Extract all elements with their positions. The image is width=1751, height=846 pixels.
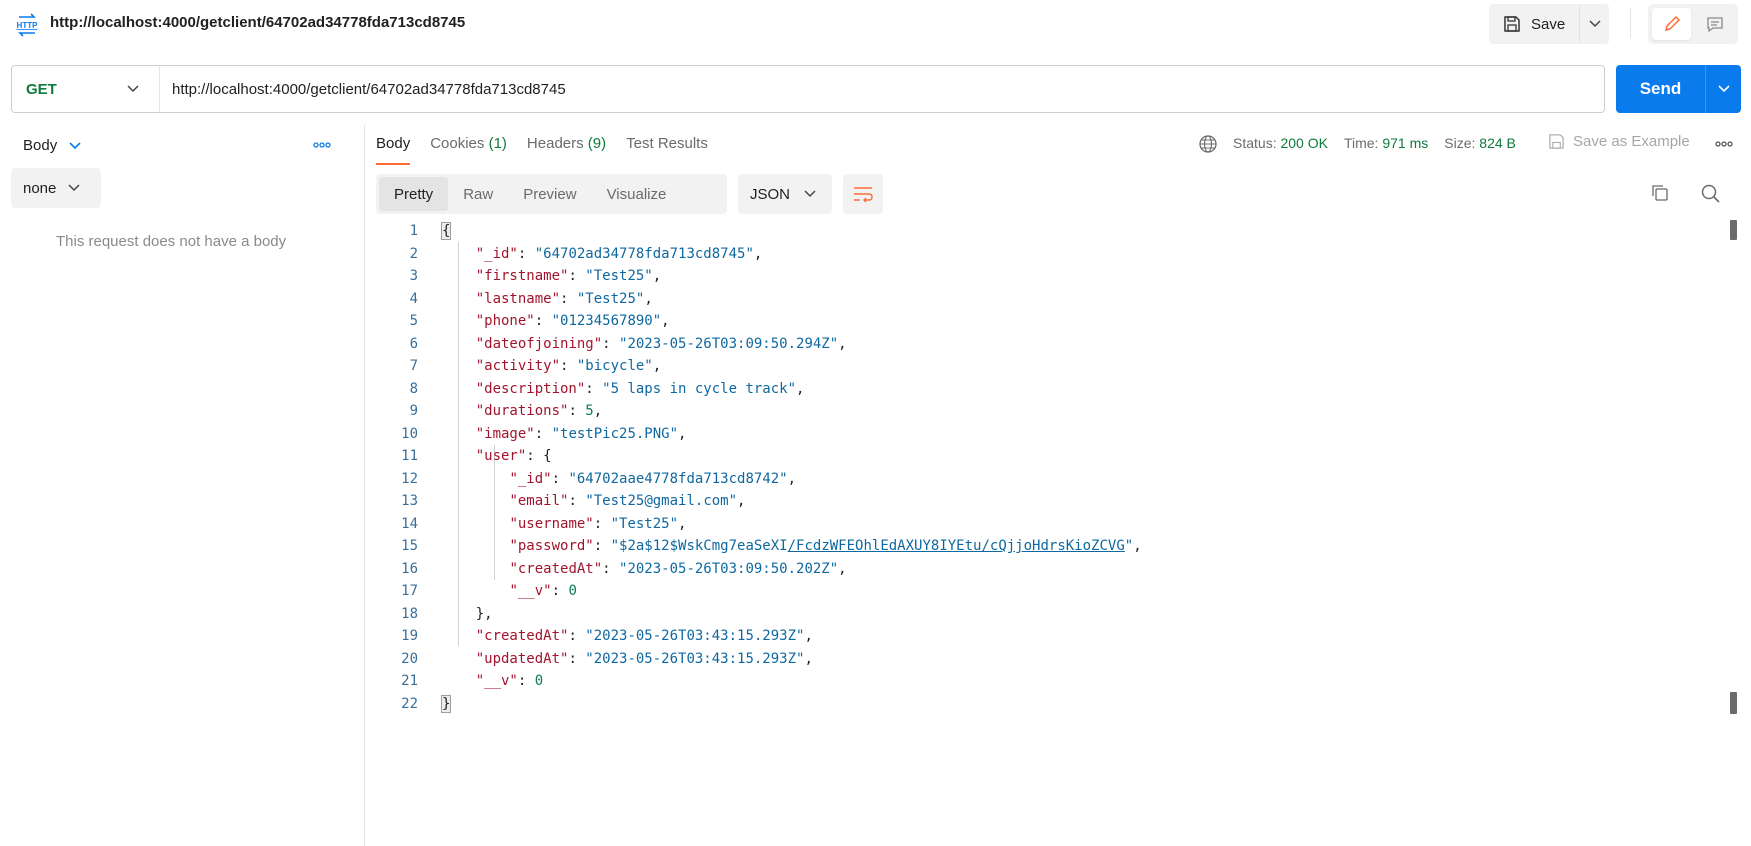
code-line: 16 "createdAt": "2023-05-26T03:09:50.202… [401, 560, 847, 577]
view-raw[interactable]: Raw [448, 177, 508, 211]
send-button[interactable]: Send [1616, 65, 1705, 113]
toolbar-divider [1630, 8, 1631, 38]
code-line: 19 "createdAt": "2023-05-26T03:43:15.293… [401, 628, 813, 644]
size-value: 824 B [1479, 135, 1516, 151]
comments-mode-button[interactable] [1695, 8, 1734, 40]
cookies-count: (1) [488, 135, 507, 152]
scrollbar-thumb[interactable] [1730, 220, 1737, 240]
more-options-icon[interactable] [1714, 134, 1734, 154]
brace-open: { [440, 222, 452, 240]
code-line: 12 "_id": "64702aae4778fda713cd8742", [401, 470, 797, 487]
wrap-lines-icon [854, 187, 873, 203]
save-button-group: Save [1489, 4, 1609, 44]
wrap-lines-button[interactable] [843, 174, 883, 214]
code-line: 2 "_id": "64702ad34778fda713cd8745", [409, 245, 763, 262]
code-line: 6 "dateofjoining": "2023-05-26T03:09:50.… [409, 335, 847, 352]
send-options-dropdown[interactable] [1705, 65, 1741, 113]
http-request-icon: HTTP [14, 12, 40, 38]
code-line: 18 }, [401, 605, 493, 622]
pencil-icon [1664, 15, 1680, 32]
code-line: 15 "password": "$2a$12$WskCmg7eaSeXI/Fcd… [401, 538, 1142, 554]
response-tabs: Body Cookies (1) Headers (9) Test Result… [376, 125, 708, 165]
chevron-down-icon [68, 184, 80, 192]
copy-icon[interactable] [1650, 183, 1670, 203]
url-input[interactable]: http://localhost:4000/getclient/64702ad3… [160, 81, 1604, 98]
floppy-disk-icon [1549, 134, 1564, 149]
comment-icon [1706, 17, 1723, 33]
request-title[interactable]: http://localhost:4000/getclient/64702ad3… [50, 14, 465, 31]
request-body-label: Body [23, 137, 58, 154]
code-line: 21 "__v": 0 [401, 673, 544, 689]
top-bar: HTTP http://localhost:4000/getclient/647… [0, 0, 1751, 50]
password-link[interactable]: /FcdzWFEOhlEdAXUY8IYEtu/cQjjoHdrsKioZCVG [788, 538, 1125, 554]
tab-cookies[interactable]: Cookies (1) [430, 125, 507, 165]
tab-headers[interactable]: Headers (9) [527, 125, 606, 165]
more-options-icon[interactable] [312, 135, 332, 155]
code-line: 17 "__v": 0 [401, 583, 577, 599]
request-body-dropdown[interactable]: Body [23, 137, 81, 154]
save-as-example-label: Save as Example [1573, 133, 1690, 150]
code-line: 8 "description": "5 laps in cycle track"… [409, 380, 805, 397]
view-pretty[interactable]: Pretty [379, 177, 449, 211]
code-line: 9 "durations": 5, [409, 403, 603, 419]
chevron-down-icon [127, 85, 139, 93]
format-label: JSON [750, 185, 791, 203]
empty-body-message: This request does not have a body [56, 233, 287, 250]
send-button-group: Send [1616, 65, 1741, 113]
svg-text:HTTP: HTTP [17, 21, 39, 30]
editor-mode-toggle [1648, 4, 1738, 44]
floppy-disk-icon [1504, 16, 1520, 32]
code-line: 7 "activity": "bicycle", [409, 358, 662, 374]
status-info[interactable]: Status: 200 OK [1233, 135, 1328, 151]
headers-count: (9) [587, 135, 607, 152]
search-icon[interactable] [1700, 183, 1721, 204]
view-preview[interactable]: Preview [508, 177, 591, 211]
code-line: 13 "email": "Test25@gmail.com", [401, 493, 746, 509]
edit-mode-button[interactable] [1652, 8, 1691, 40]
chevron-down-icon [1588, 20, 1601, 28]
code-line: 3 "firstname": "Test25", [409, 268, 662, 284]
code-line: 10 "image": "testPic25.PNG", [401, 425, 687, 442]
save-button[interactable]: Save [1489, 4, 1579, 44]
view-mode-tabs: Pretty Raw Preview Visualize [376, 174, 727, 214]
brace-close: } [440, 694, 452, 713]
view-visualize[interactable]: Visualize [592, 177, 682, 211]
url-bar: GET http://localhost:4000/getclient/6470… [11, 65, 1605, 113]
method-label: GET [26, 80, 57, 98]
response-body-viewer[interactable]: 1{ 2 "_id": "64702ad34778fda713cd8745", … [376, 220, 1722, 715]
body-type-select[interactable]: none [11, 168, 101, 208]
status-value: 200 OK [1280, 135, 1328, 151]
code-line: 4 "lastname": "Test25", [409, 290, 653, 307]
chevron-down-icon [69, 141, 81, 149]
time-value: 971 ms [1382, 135, 1429, 151]
code-line: 1{ [409, 222, 452, 240]
save-as-example-button[interactable]: Save as Example [1548, 133, 1690, 150]
code-line: 11 "user": { [401, 448, 552, 464]
code-line: 20 "updatedAt": "2023-05-26T03:43:15.293… [401, 650, 813, 667]
globe-icon[interactable] [1198, 134, 1218, 154]
method-select[interactable]: GET [12, 66, 160, 112]
tab-body[interactable]: Body [376, 125, 411, 165]
size-info[interactable]: Size: 824 B [1444, 135, 1516, 151]
code-line: 22} [401, 694, 452, 713]
chevron-down-icon [804, 190, 816, 198]
body-type-label: none [23, 179, 57, 197]
save-options-dropdown[interactable] [1579, 4, 1609, 44]
scrollbar-marker [1730, 692, 1737, 714]
request-body-pane: Body none This request does not have a b… [0, 125, 365, 846]
response-meta: Status: 200 OK Time: 971 ms Size: 824 B [1233, 135, 1516, 151]
tab-test-results[interactable]: Test Results [626, 125, 708, 165]
format-select[interactable]: JSON [738, 174, 832, 214]
code-line: 5 "phone": "01234567890", [409, 313, 670, 329]
code-line: 14 "username": "Test25", [401, 515, 687, 532]
chevron-down-icon [1717, 85, 1730, 93]
save-label: Save [1531, 15, 1566, 33]
time-info[interactable]: Time: 971 ms [1344, 135, 1428, 151]
